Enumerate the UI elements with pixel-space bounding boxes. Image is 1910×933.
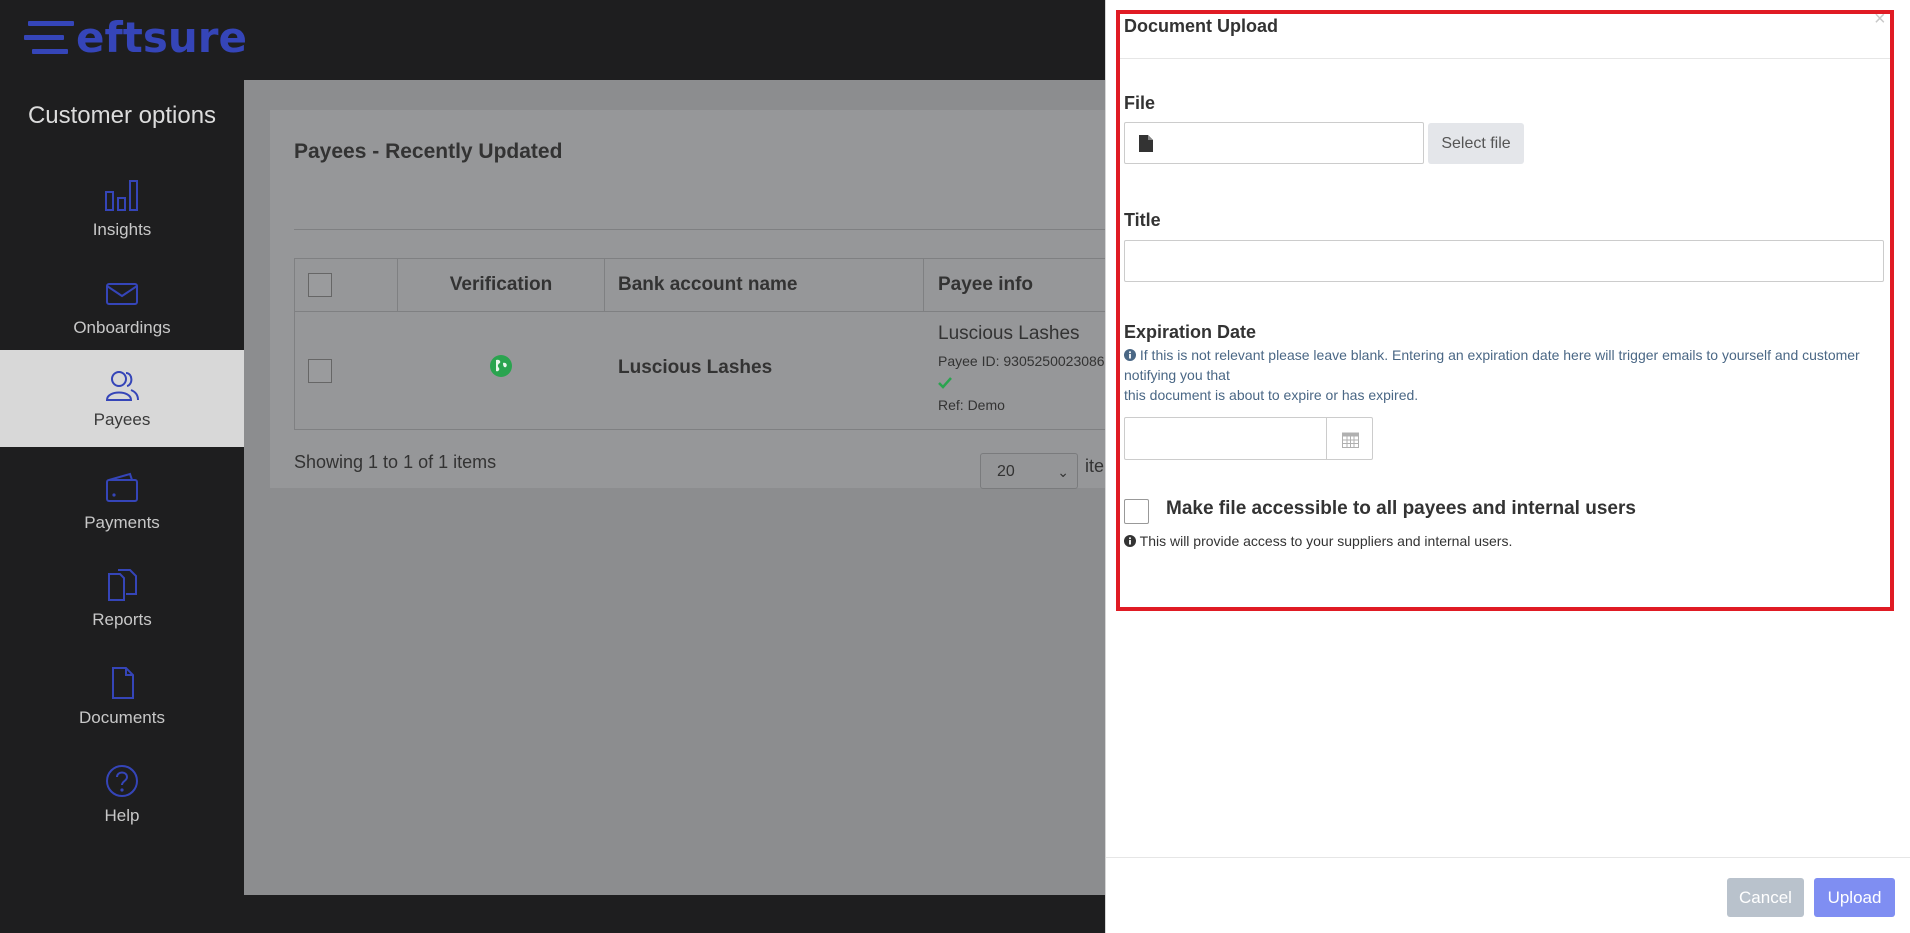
wallet-icon [106, 472, 138, 502]
make-accessible-checkbox[interactable] [1124, 499, 1149, 524]
sidebar-item-label: Onboardings [73, 318, 171, 337]
sidebar-item-label: Help [104, 806, 140, 825]
expiration-date-input[interactable] [1124, 417, 1327, 460]
access-hint: This will provide access to your supplie… [1124, 531, 1884, 551]
select-all-header [295, 259, 398, 311]
sidebar-item-onboardings[interactable]: Onboardings [0, 258, 244, 355]
upload-button[interactable]: Upload [1814, 878, 1895, 917]
cancel-button[interactable]: Cancel [1727, 878, 1804, 917]
check-icon [938, 377, 952, 389]
verified-globe-icon [490, 355, 512, 377]
sidebar-item-label: Payees [93, 410, 151, 429]
logo-mark-icon [24, 18, 74, 58]
divider [294, 229, 1130, 230]
main-content: Payees - Recently Updated Verification B… [244, 80, 1349, 933]
question-circle-icon [106, 765, 138, 797]
page-size-value: 20 [997, 463, 1015, 480]
expiration-date-label: Expiration Date [1124, 322, 1257, 342]
bank-account-name[interactable]: Luscious Lashes [618, 357, 772, 379]
sidebar-item-label: Documents [79, 708, 165, 727]
sidebar-item-help[interactable]: Help [0, 746, 244, 843]
sidebar-item-documents[interactable]: Documents [0, 648, 244, 745]
sidebar-item-label: Insights [92, 220, 152, 239]
info-icon [1124, 535, 1136, 547]
column-header-bank-account-name[interactable]: Bank account name [605, 259, 924, 311]
panel-title: Document Upload [1124, 16, 1279, 36]
payees-table: Verification Bank account name Payee inf… [294, 258, 1136, 430]
payee-ref: Ref: Demo [938, 397, 1005, 413]
access-hint-text: This will provide access to your supplie… [1139, 533, 1513, 549]
sidebar-item-label: Payments [84, 513, 160, 532]
chevron-down-icon: ⌄ [1057, 464, 1069, 480]
card-title: Payees - Recently Updated [294, 140, 563, 163]
bar-chart-icon [105, 180, 138, 211]
pagination-summary: Showing 1 to 1 of 1 items [294, 452, 497, 472]
sidebar-item-reports[interactable]: Reports [0, 550, 244, 647]
expiration-hint-text: If this is not relevant please leave bla… [1124, 347, 1860, 383]
document-icon [112, 667, 134, 699]
make-accessible-label[interactable]: Make file accessible to all payees and i… [1166, 498, 1636, 520]
column-header-verification[interactable]: Verification [398, 259, 605, 311]
file-icon [1139, 135, 1153, 152]
sidebar-item-insights[interactable]: Insights [0, 160, 244, 257]
info-icon [1124, 349, 1136, 361]
expiration-hint: If this is not relevant please leave bla… [1124, 345, 1884, 385]
envelope-icon [106, 283, 138, 305]
file-label: File [1124, 93, 1156, 113]
top-bar: eftsure [0, 0, 1105, 80]
users-icon [105, 371, 139, 401]
row-checkbox[interactable] [308, 359, 332, 383]
close-icon[interactable]: × [1874, 8, 1886, 31]
payee-id: Payee ID: 93052500230861 [938, 353, 1113, 369]
eftsure-logo[interactable]: eftsure [24, 16, 247, 60]
column-header-payee-info[interactable]: Payee info [925, 259, 1135, 311]
title-input[interactable] [1124, 240, 1884, 282]
payees-card: Payees - Recently Updated Verification B… [270, 110, 1136, 489]
panel-footer-divider [1106, 857, 1910, 858]
copy-documents-icon [108, 569, 137, 601]
calendar-icon [1342, 432, 1359, 448]
title-label: Title [1124, 210, 1161, 230]
sidebar-item-payees[interactable]: Payees [0, 350, 244, 447]
payee-name[interactable]: Luscious Lashes [938, 323, 1080, 345]
sidebar-title: Customer options [27, 102, 217, 129]
panel-header-divider [1117, 58, 1894, 59]
page-size-select[interactable]: 20 ⌄ [980, 453, 1078, 489]
select-all-checkbox[interactable] [308, 273, 332, 297]
expiration-hint-second-line: this document is about to expire or has … [1124, 387, 1419, 403]
file-input[interactable] [1124, 122, 1424, 164]
sidebar-item-label: Reports [92, 610, 152, 629]
sidebar-item-payments[interactable]: Payments [0, 453, 244, 550]
select-file-button[interactable]: Select file [1428, 123, 1524, 164]
logo-text: eftsure [76, 13, 247, 62]
calendar-button[interactable] [1326, 417, 1373, 460]
sidebar: Customer options Insights Onboardings Pa… [0, 80, 244, 933]
